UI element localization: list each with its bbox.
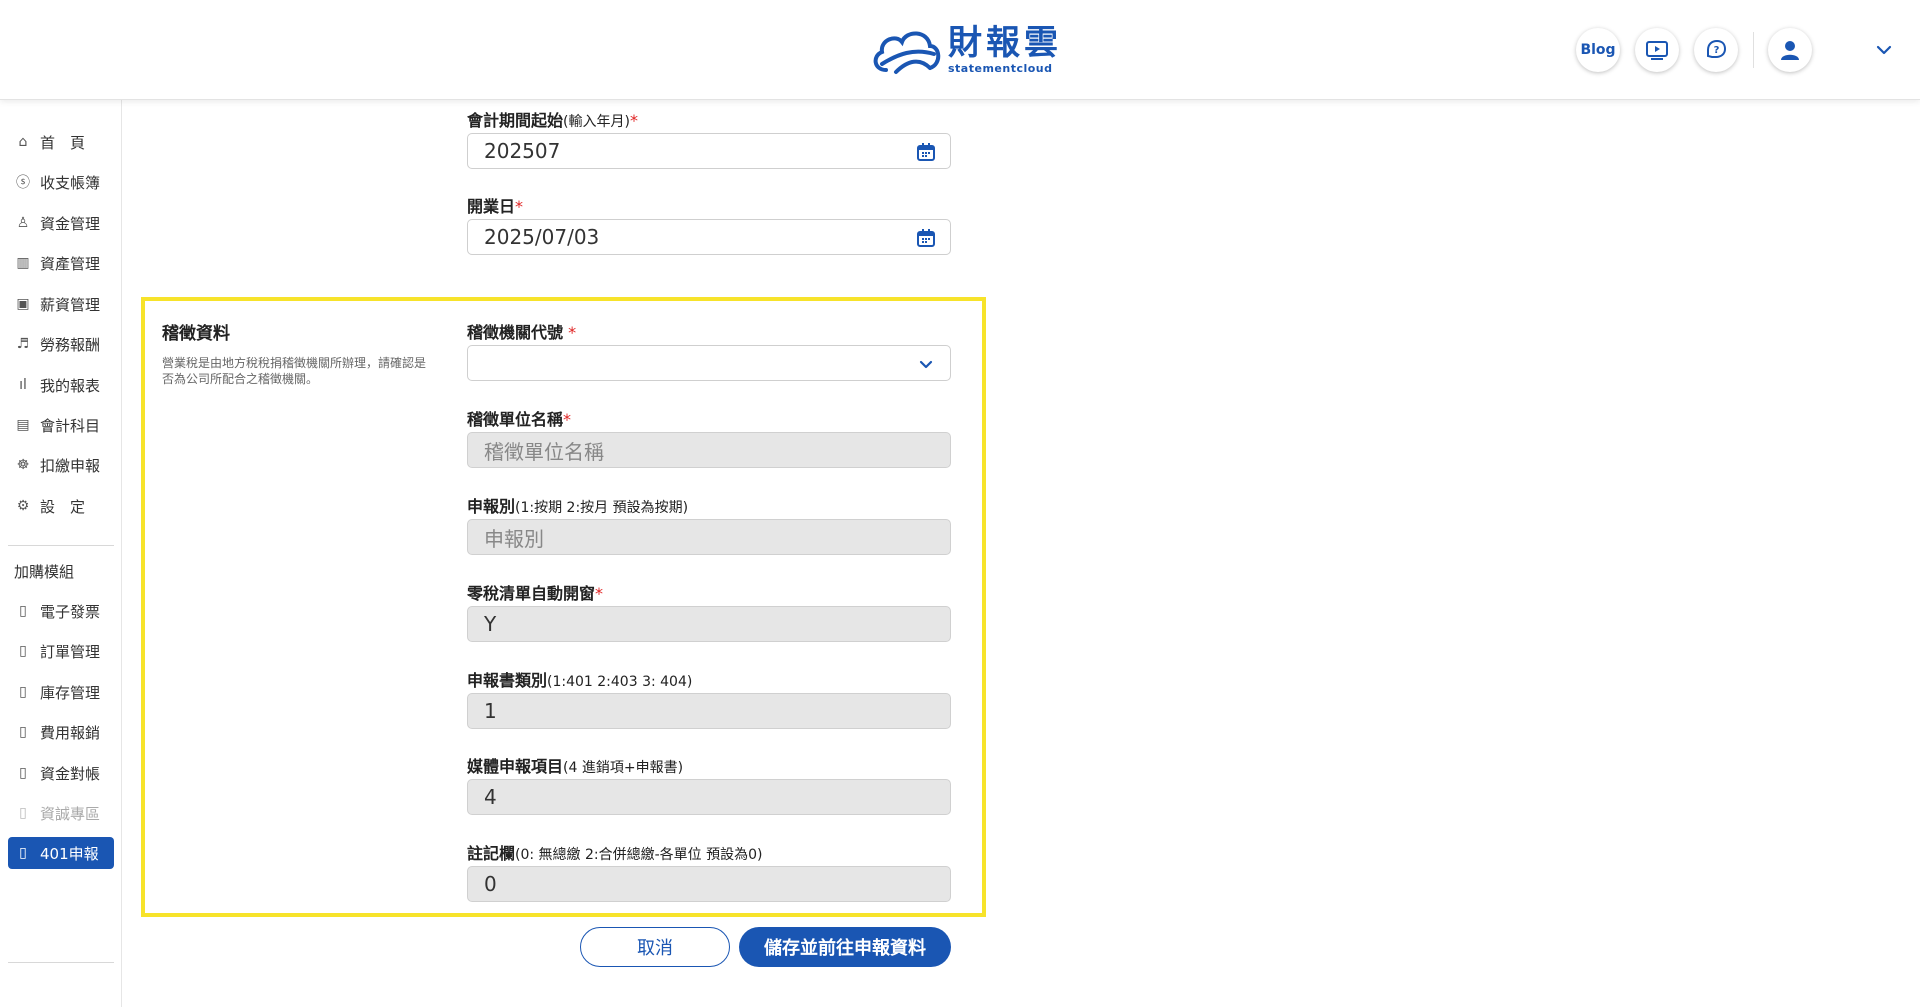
sidebar-item-einvoice[interactable]: ▯ 電子發票 bbox=[14, 596, 108, 626]
cancel-button[interactable]: 取消 bbox=[580, 927, 730, 967]
chevron-down-icon[interactable] bbox=[1872, 38, 1896, 62]
blog-label: Blog bbox=[1580, 42, 1616, 58]
module-icon: ▯ bbox=[19, 845, 27, 861]
sidebar-item-accounts[interactable]: ▤ 會計科目 bbox=[14, 410, 108, 440]
sidebar-item-ledger-book[interactable]: ⓢ 收支帳簿 bbox=[14, 167, 108, 197]
header-divider bbox=[1753, 32, 1754, 68]
open-date-input[interactable]: 2025/07/03 bbox=[467, 219, 951, 255]
save-and-continue-button[interactable]: 儲存並前往申報資料 bbox=[739, 927, 951, 967]
fund-icon: ♙ bbox=[16, 215, 30, 231]
sidebar-item-orders[interactable]: ▯ 訂單管理 bbox=[14, 636, 108, 666]
cloud-logo-icon bbox=[873, 31, 941, 74]
module-icon: ▯ bbox=[19, 765, 27, 781]
sidebar-item-settings[interactable]: ⚙ 設 定 bbox=[14, 491, 108, 521]
zero-tax-input[interactable]: Y bbox=[467, 606, 951, 642]
brand-sub: statementcloud bbox=[948, 62, 1053, 75]
report-type-input[interactable]: 申報別 bbox=[467, 519, 951, 555]
sidebar-item-asset[interactable]: ▥ 資產管理 bbox=[14, 248, 108, 278]
top-header: 財報雲 statementcloud Blog ? bbox=[0, 0, 1920, 100]
help-chat-icon: ? bbox=[1707, 39, 1727, 58]
module-icon: ▯ bbox=[19, 805, 27, 821]
ledger-icon: ▤ bbox=[16, 417, 30, 433]
form-type-input[interactable]: 1 bbox=[467, 693, 951, 729]
sidebar-item-401[interactable]: ▯ 401申報 bbox=[8, 837, 114, 869]
open-date-label: 開業日* bbox=[467, 197, 524, 216]
sidebar-item-withholding[interactable]: ☸ 扣繳申報 bbox=[14, 450, 108, 480]
module-icon: ▯ bbox=[19, 724, 27, 740]
sidebar-item-pwc[interactable]: ▯ 資誠專區 bbox=[14, 798, 108, 828]
period-start-input[interactable]: 202507 bbox=[467, 133, 951, 169]
blog-button[interactable]: Blog bbox=[1576, 28, 1620, 72]
sidebar-item-inventory[interactable]: ▯ 庫存管理 bbox=[14, 677, 108, 707]
zero-tax-label: 零稅清單自動開窗* bbox=[467, 584, 604, 603]
addon-section-title: 加購模組 bbox=[14, 563, 75, 581]
brand-logo[interactable]: 財報雲 statementcloud bbox=[868, 22, 1062, 78]
labor-icon: ♬ bbox=[16, 336, 30, 352]
user-avatar-button[interactable] bbox=[1768, 28, 1812, 72]
svg-text:?: ? bbox=[1714, 45, 1720, 56]
sidebar-divider bbox=[8, 962, 114, 963]
sidebar-item-salary[interactable]: ▣ 薪資管理 bbox=[14, 289, 108, 319]
sidebar-item-report[interactable]: ıl 我的報表 bbox=[14, 370, 108, 400]
section-title: 稽徵資料 bbox=[162, 324, 230, 344]
settings-icon: ⚙ bbox=[16, 498, 30, 514]
sidebar-item-home[interactable]: ⌂ 首 頁 bbox=[14, 127, 108, 157]
user-icon bbox=[1781, 41, 1799, 60]
agency-code-select[interactable] bbox=[467, 345, 951, 381]
agency-code-label: 稽徵機關代號 * bbox=[467, 323, 577, 342]
module-icon: ▯ bbox=[19, 603, 27, 619]
withholding-icon: ☸ bbox=[16, 457, 30, 473]
form-type-label: 申報書類別(1:401 2:403 3: 404) bbox=[467, 671, 693, 690]
coin-icon: ⓢ bbox=[16, 175, 30, 191]
section-description: 營業稅是由地方稅稅捐稽徵機關所辦理，請確認是否為公司所配合之稽徵機關。 bbox=[162, 356, 427, 386]
video-tutorial-button[interactable] bbox=[1635, 28, 1679, 72]
home-icon: ⌂ bbox=[18, 134, 28, 150]
module-icon: ▯ bbox=[19, 684, 27, 700]
salary-icon: ▣ bbox=[16, 296, 30, 312]
calendar-icon[interactable] bbox=[916, 142, 936, 162]
report-icon: ıl bbox=[19, 377, 27, 393]
unit-name-label: 稽徵單位名稱* bbox=[467, 410, 572, 429]
period-start-label: 會計期間起始(輸入年月)* bbox=[467, 111, 638, 130]
sidebar: ⌂ 首 頁 ⓢ 收支帳簿 ♙ 資金管理 ▥ 資產管理 ▣ 薪資管理 ♬ 勞務報酬… bbox=[0, 100, 122, 1007]
sidebar-divider bbox=[8, 545, 114, 546]
media-item-label: 媒體申報項目(4 進銷項+申報書) bbox=[467, 757, 684, 776]
chevron-down-icon bbox=[919, 360, 933, 369]
note-field-input[interactable]: 0 bbox=[467, 866, 951, 902]
asset-chart-icon: ▥ bbox=[16, 255, 30, 271]
report-type-label: 申報別(1:按期 2:按月 預設為按期) bbox=[467, 497, 689, 516]
help-button[interactable]: ? bbox=[1694, 28, 1738, 72]
video-book-icon bbox=[1646, 41, 1668, 60]
calendar-icon[interactable] bbox=[916, 228, 936, 248]
sidebar-item-expense[interactable]: ▯ 費用報銷 bbox=[14, 717, 108, 747]
sidebar-item-fund[interactable]: ♙ 資金管理 bbox=[14, 208, 108, 238]
brand-name: 財報雲 bbox=[948, 23, 1062, 63]
sidebar-item-labor[interactable]: ♬ 勞務報酬 bbox=[14, 329, 108, 359]
unit-name-input[interactable]: 稽徵單位名稱 bbox=[467, 432, 951, 468]
sidebar-item-reconcile[interactable]: ▯ 資金對帳 bbox=[14, 758, 108, 788]
module-icon: ▯ bbox=[19, 643, 27, 659]
media-item-input[interactable]: 4 bbox=[467, 779, 951, 815]
note-field-label: 註記欄(0: 無總繳 2:合併總繳-各單位 預設為0) bbox=[467, 844, 763, 863]
